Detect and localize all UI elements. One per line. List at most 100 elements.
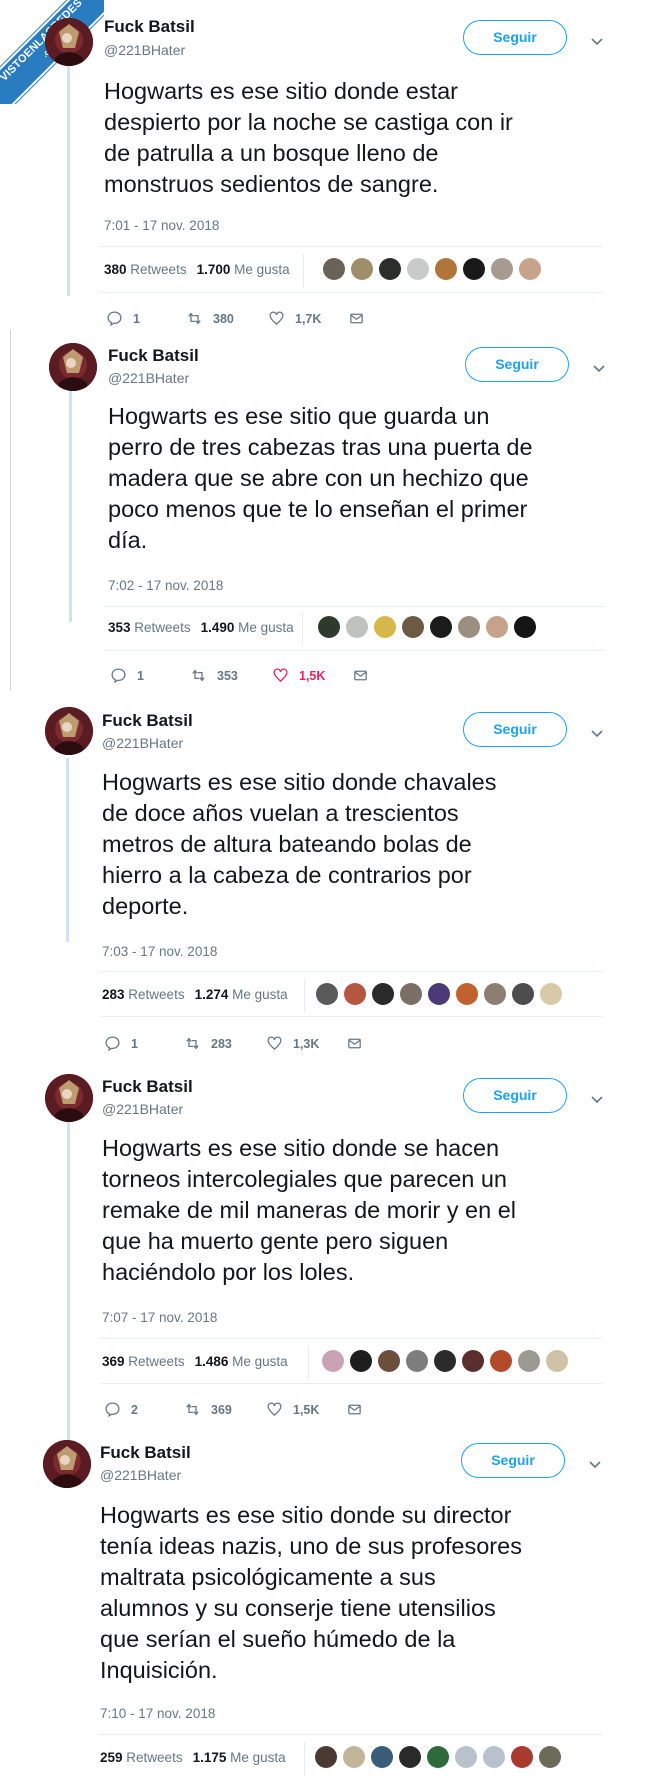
retweets-count: 259 [100,1750,123,1765]
divider [100,292,602,293]
liker-avatar[interactable] [323,258,345,280]
direct-message-button[interactable] [346,1035,373,1052]
author-handle[interactable]: @221BHater [100,1467,181,1483]
chevron-down-icon[interactable] [592,361,606,373]
like-button[interactable]: 1,5K [266,1401,319,1418]
author-handle[interactable]: @221BHater [104,42,185,58]
liker-avatar[interactable] [519,258,541,280]
liker-avatar[interactable] [427,1746,449,1768]
liker-avatar[interactable] [346,616,368,638]
liker-avatar[interactable] [374,616,396,638]
follow-button[interactable]: Seguir [463,20,567,55]
liker-avatar[interactable] [456,983,478,1005]
liker-avatar[interactable] [428,983,450,1005]
liker-avatar[interactable] [400,983,422,1005]
direct-message-button[interactable] [346,1401,373,1418]
likes-count: 1.490 [200,620,235,635]
retweet-button[interactable]: 353 [190,667,238,684]
liker-avatar[interactable] [351,258,373,280]
follow-button[interactable]: Seguir [463,712,567,747]
retweet-button[interactable]: 369 [184,1401,232,1418]
divider [100,1383,602,1384]
reply-button[interactable]: 1 [104,1035,138,1052]
like-button[interactable]: 1,5K [272,667,325,684]
tweet-timestamp[interactable]: 7:03 - 17 nov. 2018 [102,944,217,959]
liker-avatar[interactable] [514,616,536,638]
liker-avatar[interactable] [399,1746,421,1768]
tweet-stats[interactable]: 353 Retweets 1.490 Me gusta [108,620,294,635]
liker-avatar[interactable] [406,1350,428,1372]
avatar[interactable] [45,1074,93,1122]
direct-message-button[interactable] [348,310,375,327]
liker-avatar[interactable] [350,1350,372,1372]
liker-avatar[interactable] [486,616,508,638]
liker-avatar[interactable] [318,616,340,638]
retweet-button[interactable]: 380 [186,310,234,327]
liker-avatar[interactable] [458,616,480,638]
liker-avatar[interactable] [463,258,485,280]
liker-avatar[interactable] [372,983,394,1005]
liker-avatar[interactable] [462,1350,484,1372]
reply-button[interactable]: 1 [106,310,140,327]
retweet-button[interactable]: 283 [184,1035,232,1052]
author-name[interactable]: Fuck Batsil [102,711,193,731]
liker-avatar[interactable] [430,616,452,638]
reply-button[interactable]: 2 [104,1401,138,1418]
liker-avatar[interactable] [344,983,366,1005]
liker-avatar[interactable] [322,1350,344,1372]
liker-avatar[interactable] [483,1746,505,1768]
liker-avatar[interactable] [491,258,513,280]
liker-avatar[interactable] [484,983,506,1005]
liker-avatar[interactable] [435,258,457,280]
reply-icon [106,310,133,327]
tweet-stats[interactable]: 380 Retweets 1.700 Me gusta [104,262,290,277]
liker-avatar[interactable] [371,1746,393,1768]
author-name[interactable]: Fuck Batsil [102,1077,193,1097]
chevron-down-icon[interactable] [590,34,604,46]
avatar[interactable] [45,707,93,755]
reply-button[interactable]: 1 [110,667,144,684]
author-name[interactable]: Fuck Batsil [108,346,199,366]
chevron-down-icon[interactable] [590,726,604,738]
liker-avatar[interactable] [512,983,534,1005]
author-handle[interactable]: @221BHater [102,1101,183,1117]
liker-avatar[interactable] [315,1746,337,1768]
follow-button[interactable]: Seguir [461,1443,565,1478]
liker-avatar[interactable] [434,1350,456,1372]
like-button[interactable]: 1,3K [266,1035,319,1052]
direct-message-button[interactable] [352,667,379,684]
liker-avatar[interactable] [343,1746,365,1768]
chevron-down-icon[interactable] [590,1092,604,1104]
avatar[interactable] [45,18,93,66]
author-name[interactable]: Fuck Batsil [104,17,195,37]
liker-avatar[interactable] [316,983,338,1005]
liker-avatar[interactable] [511,1746,533,1768]
follow-button[interactable]: Seguir [463,1078,567,1113]
author-name[interactable]: Fuck Batsil [100,1443,191,1463]
chevron-down-icon[interactable] [588,1457,602,1469]
avatar[interactable] [49,343,97,391]
like-button[interactable]: 1,7K [268,310,321,327]
tweet-timestamp[interactable]: 7:10 - 17 nov. 2018 [100,1706,215,1721]
liker-avatar[interactable] [402,616,424,638]
liker-avatar[interactable] [407,258,429,280]
liker-avatar[interactable] [378,1350,400,1372]
liker-avatar[interactable] [379,258,401,280]
liker-avatar[interactable] [540,983,562,1005]
tweet-timestamp[interactable]: 7:07 - 17 nov. 2018 [102,1310,217,1325]
liker-avatar[interactable] [490,1350,512,1372]
tweet-timestamp[interactable]: 7:02 - 17 nov. 2018 [108,578,223,593]
tweet-stats[interactable]: 259 Retweets 1.175 Me gusta [100,1750,286,1765]
tweet-stats[interactable]: 369 Retweets 1.486 Me gusta [102,1354,288,1369]
author-handle[interactable]: @221BHater [108,370,189,386]
avatar[interactable] [43,1440,91,1488]
liker-avatar[interactable] [455,1746,477,1768]
tweet-stats[interactable]: 283 Retweets 1.274 Me gusta [102,987,288,1002]
liker-avatar[interactable] [539,1746,561,1768]
tweet-timestamp[interactable]: 7:01 - 17 nov. 2018 [104,218,219,233]
retweets-count: 353 [108,620,131,635]
follow-button[interactable]: Seguir [465,347,569,382]
author-handle[interactable]: @221BHater [102,735,183,751]
liker-avatar[interactable] [546,1350,568,1372]
liker-avatar[interactable] [518,1350,540,1372]
